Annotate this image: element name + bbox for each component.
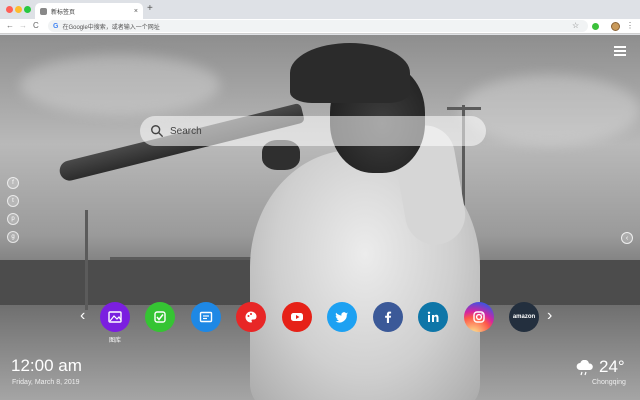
youtube-icon: [291, 313, 303, 321]
clock-time: 12:00 am: [11, 356, 82, 375]
shortcut-twitter[interactable]: [327, 302, 357, 332]
cloud-rain-icon: [576, 360, 593, 376]
extension-cookie-icon[interactable]: [611, 22, 620, 31]
close-window-button[interactable]: [6, 6, 13, 13]
weather-city: Chongqing: [592, 379, 626, 386]
forward-button[interactable]: →: [19, 21, 27, 31]
palette-icon: [245, 311, 257, 323]
weather-temperature: 24°: [599, 357, 625, 376]
side-panel-toggle-icon[interactable]: ‹: [621, 232, 633, 244]
tab-title: 新标签页: [51, 9, 76, 16]
tab-favicon-icon: [40, 7, 47, 15]
search-icon: [151, 125, 163, 137]
image-icon: [108, 311, 122, 323]
search-input[interactable]: [170, 125, 450, 137]
browser-menu-icon[interactable]: ⋮: [626, 20, 634, 32]
search-box[interactable]: [140, 116, 486, 146]
back-button[interactable]: ←: [6, 21, 14, 31]
browser-toolbar: ← → C G 在Google中搜索，或者输入一个网址 ☆ ⋮: [0, 19, 640, 34]
settings-menu-icon[interactable]: [614, 46, 626, 56]
address-bar[interactable]: G 在Google中搜索，或者输入一个网址: [48, 20, 588, 32]
shortcut-linkedin[interactable]: [418, 302, 448, 332]
facebook-icon[interactable]: f: [7, 177, 19, 189]
pinterest-icon[interactable]: p: [7, 213, 19, 225]
shortcut-notes[interactable]: [191, 302, 221, 332]
tab-new-tab[interactable]: 新标签页 ×: [35, 3, 143, 19]
background-cloud: [20, 55, 220, 115]
new-tab-button[interactable]: +: [147, 3, 153, 15]
shortcut-instagram[interactable]: [464, 302, 494, 332]
checkbox-icon: [154, 311, 166, 323]
maximize-window-button[interactable]: [24, 6, 31, 13]
new-tab-page: [0, 35, 640, 400]
shortcut-amazon[interactable]: amazon: [509, 302, 539, 332]
background-cloud: [460, 75, 640, 145]
background-player-cap: [290, 43, 410, 103]
tab-bar: 新标签页 × +: [0, 0, 640, 19]
shortcut-tasks[interactable]: [145, 302, 175, 332]
extension-green-icon[interactable]: [592, 23, 599, 30]
background-pole-crossbar: [447, 107, 481, 110]
amazon-logo-icon: amazon: [512, 314, 536, 320]
background-pole: [85, 210, 88, 310]
minimize-window-button[interactable]: [15, 6, 22, 13]
google-plus-icon[interactable]: g: [7, 231, 19, 243]
shortcut-youtube[interactable]: [282, 302, 312, 332]
instagram-icon: [473, 311, 485, 323]
twitter-icon[interactable]: t: [7, 195, 19, 207]
bookmark-star-icon[interactable]: ☆: [572, 21, 579, 31]
address-bar-placeholder: 在Google中搜索，或者输入一个网址: [62, 24, 160, 31]
google-icon: G: [53, 22, 59, 30]
shortcuts-prev-button[interactable]: ‹: [80, 308, 85, 324]
notes-icon: [199, 311, 213, 323]
shortcut-paint[interactable]: [236, 302, 266, 332]
shortcuts-next-button[interactable]: ›: [547, 308, 552, 324]
tab-close-icon[interactable]: ×: [134, 8, 138, 15]
linkedin-icon: [427, 311, 439, 322]
clock-date: Friday, March 8, 2019: [12, 379, 80, 386]
shortcut-gallery[interactable]: [100, 302, 130, 332]
facebook-f-icon: [385, 311, 392, 323]
shortcut-gallery-label: 图库: [108, 338, 121, 344]
shortcut-facebook[interactable]: [373, 302, 403, 332]
reload-button[interactable]: C: [33, 21, 39, 31]
twitter-bird-icon: [335, 312, 348, 323]
